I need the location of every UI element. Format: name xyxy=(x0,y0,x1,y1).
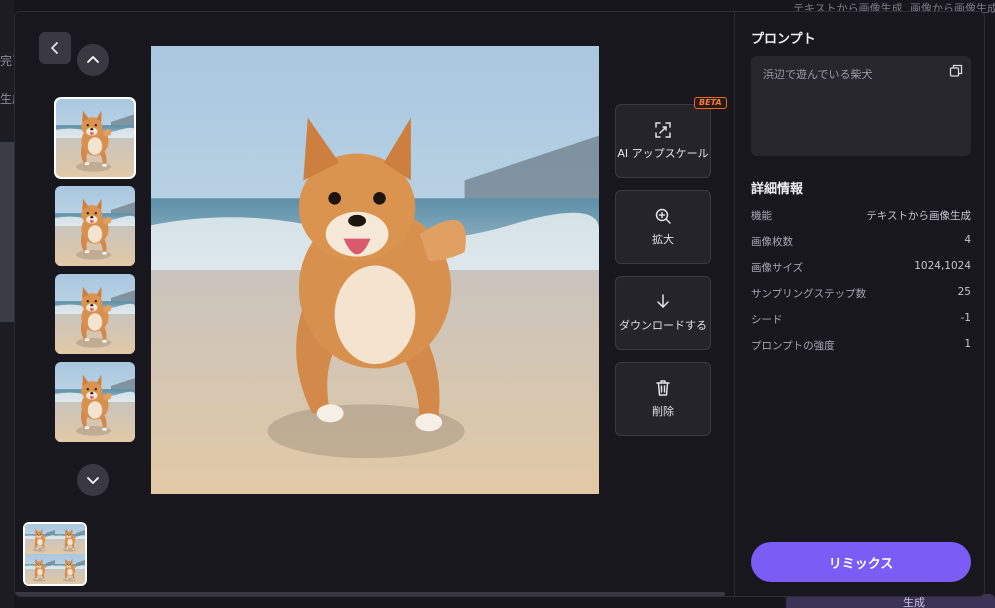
zoom-in-button[interactable]: 拡大 xyxy=(615,190,711,264)
upscale-icon xyxy=(655,122,671,138)
horizontal-scrollbar[interactable] xyxy=(15,592,725,596)
grid-thumb-image xyxy=(25,524,55,554)
detail-label: 画像サイズ xyxy=(751,262,804,274)
ai-upscale-label: AI アップスケール xyxy=(617,147,709,160)
grid-thumb-image xyxy=(55,524,85,554)
back-button[interactable] xyxy=(39,32,71,64)
thumbnails-down-button[interactable] xyxy=(77,464,109,496)
detail-value: -1 xyxy=(960,312,971,324)
detail-label: シード xyxy=(751,314,783,326)
delete-label: 削除 xyxy=(652,405,674,418)
main-image xyxy=(151,46,599,494)
beta-badge: BETA xyxy=(694,97,727,109)
detail-row-image-count: 画像枚数 4 xyxy=(751,234,971,249)
zoom-in-icon xyxy=(655,208,671,224)
detail-label: 機能 xyxy=(751,210,772,222)
details-panel: プロンプト 浜辺で遊んでいる柴犬 詳細情報 機能 テキストから画像生成 画像枚数… xyxy=(734,12,984,596)
detail-label: 画像枚数 xyxy=(751,236,793,248)
thumbnail-image xyxy=(55,362,135,442)
detail-row-prompt-strength: プロンプトの強度 1 xyxy=(751,338,971,353)
background-image-preview xyxy=(0,142,14,322)
viewer-pane: AI アップスケール BETA 拡大 ダウンロードする 削除 xyxy=(15,12,734,596)
delete-button[interactable]: 削除 xyxy=(615,362,711,436)
chevron-down-icon xyxy=(87,477,99,484)
copy-icon[interactable] xyxy=(949,64,963,78)
generated-image xyxy=(151,46,599,494)
detail-row-function: 機能 テキストから画像生成 xyxy=(751,208,971,223)
thumbnail-2[interactable] xyxy=(55,186,135,266)
detail-label: プロンプトの強度 xyxy=(751,340,835,352)
detail-row-seed: シード -1 xyxy=(751,312,971,327)
thumbnail-image xyxy=(55,98,135,178)
grid-thumb-image xyxy=(55,554,85,584)
trash-icon xyxy=(656,380,670,396)
ai-upscale-button[interactable]: AI アップスケール xyxy=(615,104,711,178)
detail-value: 1 xyxy=(964,338,971,350)
chevron-up-icon xyxy=(87,56,99,63)
image-viewer-modal: AI アップスケール BETA 拡大 ダウンロードする 削除 プロンプト 浜辺で… xyxy=(14,11,985,597)
prompt-box: 浜辺で遊んでいる柴犬 xyxy=(751,56,971,156)
chevron-left-icon xyxy=(51,42,58,54)
detail-value: テキストから画像生成 xyxy=(866,210,971,222)
thumbnails-up-button[interactable] xyxy=(77,44,109,76)
prompt-title: プロンプト xyxy=(751,32,816,47)
detail-value: 1024,1024 xyxy=(914,260,971,272)
detail-value: 4 xyxy=(964,234,971,246)
remix-button[interactable]: リミックス xyxy=(751,542,971,582)
zoom-in-label: 拡大 xyxy=(652,233,674,246)
detail-label: サンプリングステップ数 xyxy=(751,288,867,300)
detail-row-sampling-steps: サンプリングステップ数 25 xyxy=(751,286,971,301)
download-label: ダウンロードする xyxy=(619,319,707,332)
grid-view-thumbnail[interactable] xyxy=(23,522,87,586)
download-button[interactable]: ダウンロードする xyxy=(615,276,711,350)
thumbnail-1[interactable] xyxy=(54,97,136,179)
detail-row-image-size: 画像サイズ 1024,1024 xyxy=(751,260,971,275)
detail-value: 25 xyxy=(957,286,971,298)
thumbnail-4[interactable] xyxy=(55,362,135,442)
details-title: 詳細情報 xyxy=(751,182,804,197)
grid-thumb-image xyxy=(25,554,55,584)
thumbnail-image xyxy=(55,274,135,354)
thumbnail-3[interactable] xyxy=(55,274,135,354)
prompt-text: 浜辺で遊んでいる柴犬 xyxy=(763,68,873,81)
download-icon xyxy=(657,294,669,308)
thumbnail-image xyxy=(55,186,135,266)
